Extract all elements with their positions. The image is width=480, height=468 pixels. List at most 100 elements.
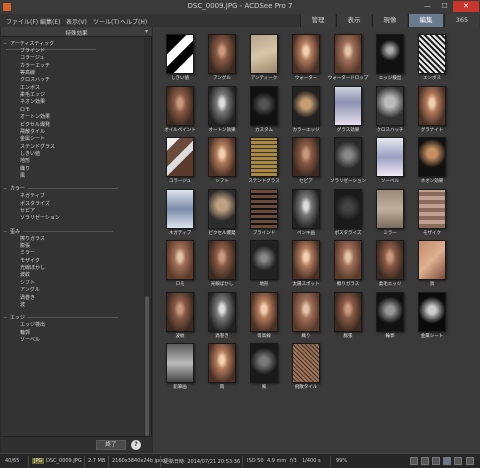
effect-list-item[interactable]: 金属シート [20, 136, 140, 143]
effect-list-item[interactable]: エンボス [20, 85, 140, 92]
effect-list-item[interactable]: ピクセル爆発 [20, 122, 140, 129]
effect-thumbnail[interactable]: クロスハッチ [369, 84, 411, 136]
effect-thumbnail[interactable]: オイルペイント [159, 84, 201, 136]
effect-thumbnail[interactable]: 渦巻き [201, 290, 243, 342]
tab-edit[interactable]: 編集 [408, 14, 443, 27]
category-header[interactable]: − アーティスティック [3, 40, 145, 50]
effect-list-item[interactable]: 膨張 [20, 243, 140, 250]
effect-list-item[interactable]: オートン効果 [20, 114, 140, 121]
effect-thumbnail[interactable]: シフト [201, 135, 243, 187]
effect-list-item[interactable]: カラーエッチ [20, 63, 140, 70]
effect-thumbnail[interactable]: ウォータードロップ [327, 32, 369, 84]
effect-thumbnail[interactable]: しきい値 [159, 32, 201, 84]
effect-thumbnail[interactable]: 地形 [243, 238, 285, 290]
effect-list-item[interactable]: ソラリゼーション [20, 215, 140, 222]
effect-thumbnail[interactable]: グラス効果 [327, 84, 369, 136]
effect-thumbnail[interactable]: ステンドグラス [243, 135, 285, 187]
effect-thumbnail[interactable]: 金属シート [411, 290, 453, 342]
effect-thumbnail[interactable]: 光線ぼかし [201, 238, 243, 290]
effect-thumbnail[interactable]: 太陽スポット [285, 238, 327, 290]
effect-list-item[interactable]: モザイク [20, 258, 140, 265]
effect-thumbnail[interactable]: ロモ [159, 238, 201, 290]
effect-list-item[interactable]: クロスハッチ [20, 77, 140, 84]
effect-thumbnail[interactable]: カラーエッジ [285, 84, 327, 136]
chevron-down-icon[interactable]: ▾ [145, 28, 148, 35]
done-button[interactable]: 終了 [96, 440, 126, 450]
effect-thumbnail[interactable]: カスタム [243, 84, 285, 136]
settings-icon[interactable] [466, 457, 474, 465]
histogram-icon[interactable] [454, 457, 462, 465]
menu-tools[interactable]: ツール(T) [93, 17, 119, 26]
tab-develop[interactable]: 現像 [372, 14, 407, 27]
effect-thumbnail[interactable]: オートン効果 [201, 84, 243, 136]
effect-list-item[interactable]: 光線ぼかし [20, 265, 140, 272]
effect-thumbnail[interactable]: ウォーター [285, 32, 327, 84]
effect-thumbnail[interactable]: エンボス [411, 32, 453, 84]
effect-list-item[interactable]: アングル [20, 287, 140, 294]
effect-thumbnail[interactable]: 輪郭 [369, 290, 411, 342]
effect-thumbnail[interactable]: ミラー [369, 187, 411, 239]
close-button[interactable]: ✕ [453, 1, 479, 12]
tab-365[interactable]: 365 [444, 14, 479, 27]
effect-list-item[interactable]: セピア [20, 208, 140, 215]
scrollbar-thumb[interactable] [145, 296, 149, 436]
color-icon[interactable] [443, 457, 451, 465]
effect-thumbnail[interactable]: グラナイト [411, 84, 453, 136]
menu-help[interactable]: ヘルプ(H) [120, 17, 147, 26]
effect-thumbnail[interactable]: ネガティブ [159, 187, 201, 239]
effect-list-item[interactable]: 輪郭 [20, 330, 140, 337]
effect-thumbnail[interactable]: 鉛筆画 [159, 341, 201, 393]
minimize-button[interactable]: — [419, 1, 436, 12]
category-header[interactable]: − エッジ [3, 314, 119, 322]
effect-thumbnail[interactable]: アンティーク [243, 32, 285, 84]
effect-list-item[interactable]: ミラー [20, 250, 140, 257]
tab-view[interactable]: 表示 [336, 14, 371, 27]
category-header[interactable]: − 歪み [3, 228, 114, 236]
effect-thumbnail[interactable]: ブラインド [243, 187, 285, 239]
view-mode-icon[interactable] [410, 457, 418, 465]
effect-thumbnail[interactable]: 擦りガラス [327, 238, 369, 290]
effect-list-item[interactable]: 波紋 [20, 272, 140, 279]
maximize-button[interactable]: ☐ [436, 1, 453, 12]
menu-file[interactable]: ファイル(F) [6, 17, 38, 26]
effect-thumbnail[interactable]: 波紋 [159, 290, 201, 342]
effect-list-item[interactable]: ロモ [20, 107, 140, 114]
tab-manage[interactable]: 管理 [300, 14, 335, 27]
effect-list-item[interactable]: 擦りガラス [20, 236, 140, 243]
effect-thumbnail[interactable]: 雨 [201, 341, 243, 393]
collapse-icon[interactable]: − [3, 186, 10, 192]
effect-list-item[interactable]: ネガティブ [20, 193, 140, 200]
effect-thumbnail[interactable]: セピア [285, 135, 327, 187]
effect-thumbnail[interactable]: ポスタライズ [327, 187, 369, 239]
effect-list-item[interactable]: ポスタライズ [20, 201, 140, 208]
effect-list-item[interactable]: 織り [20, 166, 140, 173]
effect-list-item[interactable]: 地形 [20, 158, 140, 165]
effect-list-item[interactable]: 飛散タイル [20, 129, 140, 136]
effect-thumbnail[interactable]: ピクセル爆発 [201, 187, 243, 239]
effect-list-item[interactable]: ステンドグラス [20, 144, 140, 151]
menu-edit[interactable]: 編集(E) [40, 17, 60, 26]
collapse-icon[interactable]: − [3, 41, 10, 47]
effect-list-item[interactable]: しきい値 [20, 151, 140, 158]
effect-thumbnail[interactable]: 等高線 [243, 290, 285, 342]
effect-thumbnail[interactable]: アングル [201, 32, 243, 84]
effect-thumbnail[interactable]: ソラリゼーション [327, 135, 369, 187]
effect-thumbnail[interactable]: 膨張 [327, 290, 369, 342]
effect-list-item[interactable]: 波 [20, 302, 140, 309]
menu-view[interactable]: 表示(V) [66, 17, 87, 26]
collapse-icon[interactable]: − [3, 315, 10, 321]
effect-thumbnail[interactable]: 渦 [411, 238, 453, 290]
fit-icon[interactable] [421, 457, 429, 465]
effect-thumbnail[interactable]: モザイク [411, 187, 453, 239]
effect-list-item[interactable]: コラージュ [20, 55, 140, 62]
effect-thumbnail[interactable]: ペンキ画 [285, 187, 327, 239]
effect-thumbnail[interactable]: 風 [243, 341, 285, 393]
effect-thumbnail[interactable]: ネオン効果 [411, 135, 453, 187]
effect-thumbnail[interactable]: 柔毛エッジ [369, 238, 411, 290]
effect-list-item[interactable]: 等高線 [20, 70, 140, 77]
help-icon[interactable]: ? [131, 440, 141, 450]
effect-list-item[interactable]: エッジ検出 [20, 322, 140, 329]
compare-icon[interactable] [432, 457, 440, 465]
panel-scrollbar[interactable] [144, 38, 150, 436]
effect-list-item[interactable]: ソーベル [20, 337, 140, 344]
